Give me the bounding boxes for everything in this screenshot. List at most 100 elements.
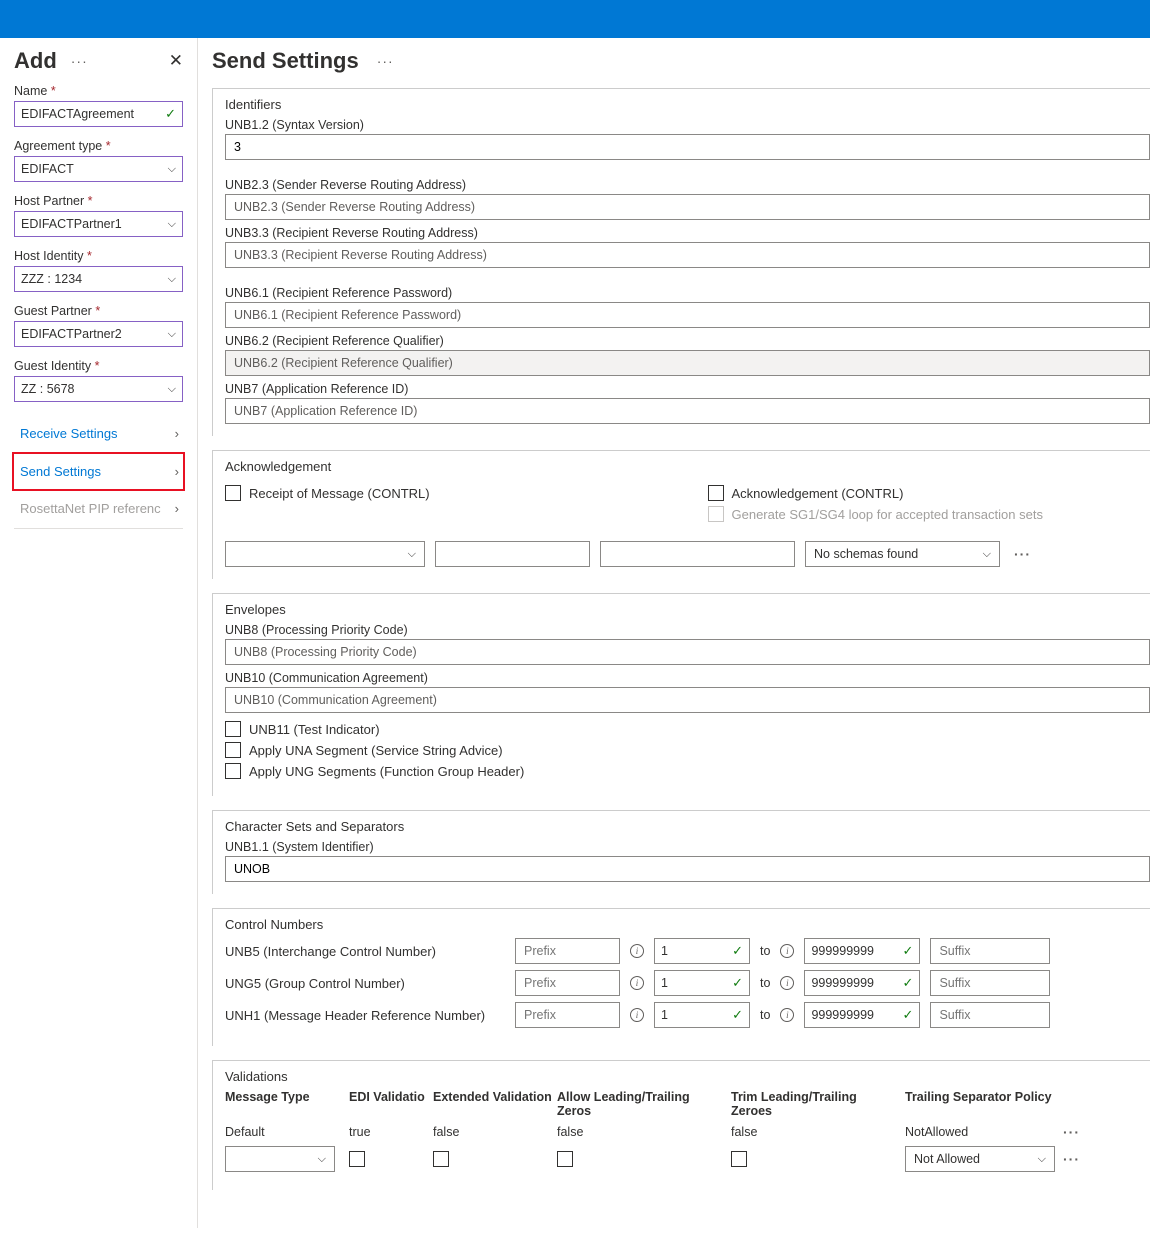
receipt-checkbox[interactable] [225, 485, 241, 501]
unb23-input[interactable] [225, 194, 1150, 220]
unb11sys-input[interactable] [225, 856, 1150, 882]
info-icon[interactable]: i [780, 976, 794, 990]
unb62-label: UNB6.2 (Recipient Reference Qualifier) [225, 334, 1150, 348]
unb10-input[interactable] [225, 687, 1150, 713]
generate-label: Generate SG1/SG4 loop for accepted trans… [732, 507, 1043, 522]
guest-identity-select[interactable]: ZZ : 5678 ⌵ [14, 376, 183, 402]
unb12-input[interactable] [225, 134, 1150, 160]
to-label: to [760, 1008, 770, 1022]
ung5-to[interactable]: 999999999✓ [804, 970, 920, 996]
val-trailpolicy-select[interactable]: Not Allowed⌵ [905, 1146, 1055, 1172]
add-panel-title: Add [14, 48, 57, 74]
more-icon[interactable]: ··· [373, 53, 398, 69]
generate-checkbox [708, 506, 724, 522]
ack-select-1[interactable]: ⌵ [225, 541, 425, 567]
chevron-right-icon: › [175, 426, 179, 441]
val-h-lead: Allow Leading/Trailing Zeros [557, 1090, 727, 1118]
unb61-input[interactable] [225, 302, 1150, 328]
val-h-edi: EDI Validatio [349, 1090, 429, 1118]
agreement-type-label: Agreement type * [14, 139, 183, 153]
unb61-label: UNB6.1 (Recipient Reference Password) [225, 286, 1150, 300]
unh1-suffix[interactable] [930, 1002, 1050, 1028]
chevron-down-icon: ⌵ [983, 548, 991, 561]
val-false: false [557, 1125, 727, 1139]
unh1-label: UNH1 (Message Header Reference Number) [225, 1008, 505, 1023]
unb5-to[interactable]: 999999999✓ [804, 938, 920, 964]
unb5-from[interactable]: 1✓ [654, 938, 750, 964]
unb8-input[interactable] [225, 639, 1150, 665]
unb5-prefix[interactable] [515, 938, 620, 964]
unb11-checkbox[interactable] [225, 721, 241, 737]
ctrl-title: Control Numbers [225, 917, 1150, 932]
close-icon[interactable]: ✕ [169, 51, 183, 71]
unb5-suffix[interactable] [930, 938, 1050, 964]
check-icon: ✓ [732, 975, 743, 991]
host-identity-select[interactable]: ZZZ : 1234 ⌵ [14, 266, 183, 292]
val-notallowed: NotAllowed [905, 1125, 1055, 1139]
more-icon[interactable]: ··· [1010, 546, 1035, 562]
more-icon[interactable]: ··· [67, 53, 92, 69]
chevron-down-icon: ⌵ [168, 383, 176, 396]
unh1-prefix[interactable] [515, 1002, 620, 1028]
info-icon[interactable]: i [780, 944, 794, 958]
page-title: Send Settings [212, 48, 359, 74]
val-false: false [731, 1125, 901, 1139]
val-h-ext: Extended Validation [433, 1090, 553, 1118]
agreement-type-select[interactable]: EDIFACT ⌵ [14, 156, 183, 182]
val-trim-checkbox[interactable] [731, 1151, 747, 1167]
val-msgtype-select[interactable]: ⌵ [225, 1146, 335, 1172]
name-input[interactable]: EDIFACTAgreement ✓ [14, 101, 183, 127]
ack-contrl-checkbox[interactable] [708, 485, 724, 501]
val-h-msg: Message Type [225, 1090, 345, 1118]
check-icon: ✓ [732, 1007, 743, 1023]
more-icon[interactable]: ··· [1059, 1124, 1089, 1140]
val-h-trail: Trailing Separator Policy [905, 1090, 1055, 1118]
unb7-label: UNB7 (Application Reference ID) [225, 382, 1150, 396]
unh1-from[interactable]: 1✓ [654, 1002, 750, 1028]
guest-partner-select[interactable]: EDIFACTPartner2 ⌵ [14, 321, 183, 347]
info-icon[interactable]: i [630, 976, 644, 990]
val-lead-checkbox[interactable] [557, 1151, 573, 1167]
control-numbers-section: Control Numbers UNB5 (Interchange Contro… [212, 908, 1150, 1046]
info-icon[interactable]: i [780, 1008, 794, 1022]
check-icon: ✓ [903, 975, 914, 991]
val-edi-checkbox[interactable] [349, 1151, 365, 1167]
ung-checkbox[interactable] [225, 763, 241, 779]
unb33-input[interactable] [225, 242, 1150, 268]
unb12-label: UNB1.2 (Syntax Version) [225, 118, 1150, 132]
chevron-down-icon: ⌵ [318, 1153, 326, 1166]
guest-partner-label: Guest Partner * [14, 304, 183, 318]
una-label: Apply UNA Segment (Service String Advice… [249, 743, 503, 758]
ung5-suffix[interactable] [930, 970, 1050, 996]
ack-title: Acknowledgement [225, 459, 1150, 474]
info-icon[interactable]: i [630, 944, 644, 958]
receipt-label: Receipt of Message (CONTRL) [249, 486, 430, 501]
chevron-down-icon: ⌵ [168, 273, 176, 286]
val-title: Validations [225, 1069, 1150, 1084]
nav-receive-settings[interactable]: Receive Settings › [14, 414, 183, 454]
more-icon[interactable]: ··· [1059, 1151, 1089, 1167]
ung-label: Apply UNG Segments (Function Group Heade… [249, 764, 524, 779]
ack-select-2[interactable] [435, 541, 590, 567]
check-icon: ✓ [732, 943, 743, 959]
chevron-down-icon: ⌵ [1038, 1153, 1046, 1166]
identifiers-section: Identifiers UNB1.2 (Syntax Version) UNB2… [212, 88, 1150, 436]
ack-select-3[interactable] [600, 541, 795, 567]
ung5-prefix[interactable] [515, 970, 620, 996]
unb7-input[interactable] [225, 398, 1150, 424]
nav-rosettanet[interactable]: RosettaNet PIP referenc › [14, 489, 183, 529]
acknowledgement-section: Acknowledgement Receipt of Message (CONT… [212, 450, 1150, 579]
host-partner-select[interactable]: EDIFACTPartner1 ⌵ [14, 211, 183, 237]
unb11-label: UNB11 (Test Indicator) [249, 722, 380, 737]
val-ext-checkbox[interactable] [433, 1151, 449, 1167]
info-icon[interactable]: i [630, 1008, 644, 1022]
nav-send-settings[interactable]: Send Settings › [12, 452, 185, 491]
host-identity-label: Host Identity * [14, 249, 183, 263]
unh1-to[interactable]: 999999999✓ [804, 1002, 920, 1028]
charset-section: Character Sets and Separators UNB1.1 (Sy… [212, 810, 1150, 894]
una-checkbox[interactable] [225, 742, 241, 758]
right-panel: Send Settings ··· Identifiers UNB1.2 (Sy… [198, 38, 1150, 1228]
ung5-from[interactable]: 1✓ [654, 970, 750, 996]
top-bar [0, 0, 1150, 38]
ack-schema-select[interactable]: No schemas found⌵ [805, 541, 1000, 567]
